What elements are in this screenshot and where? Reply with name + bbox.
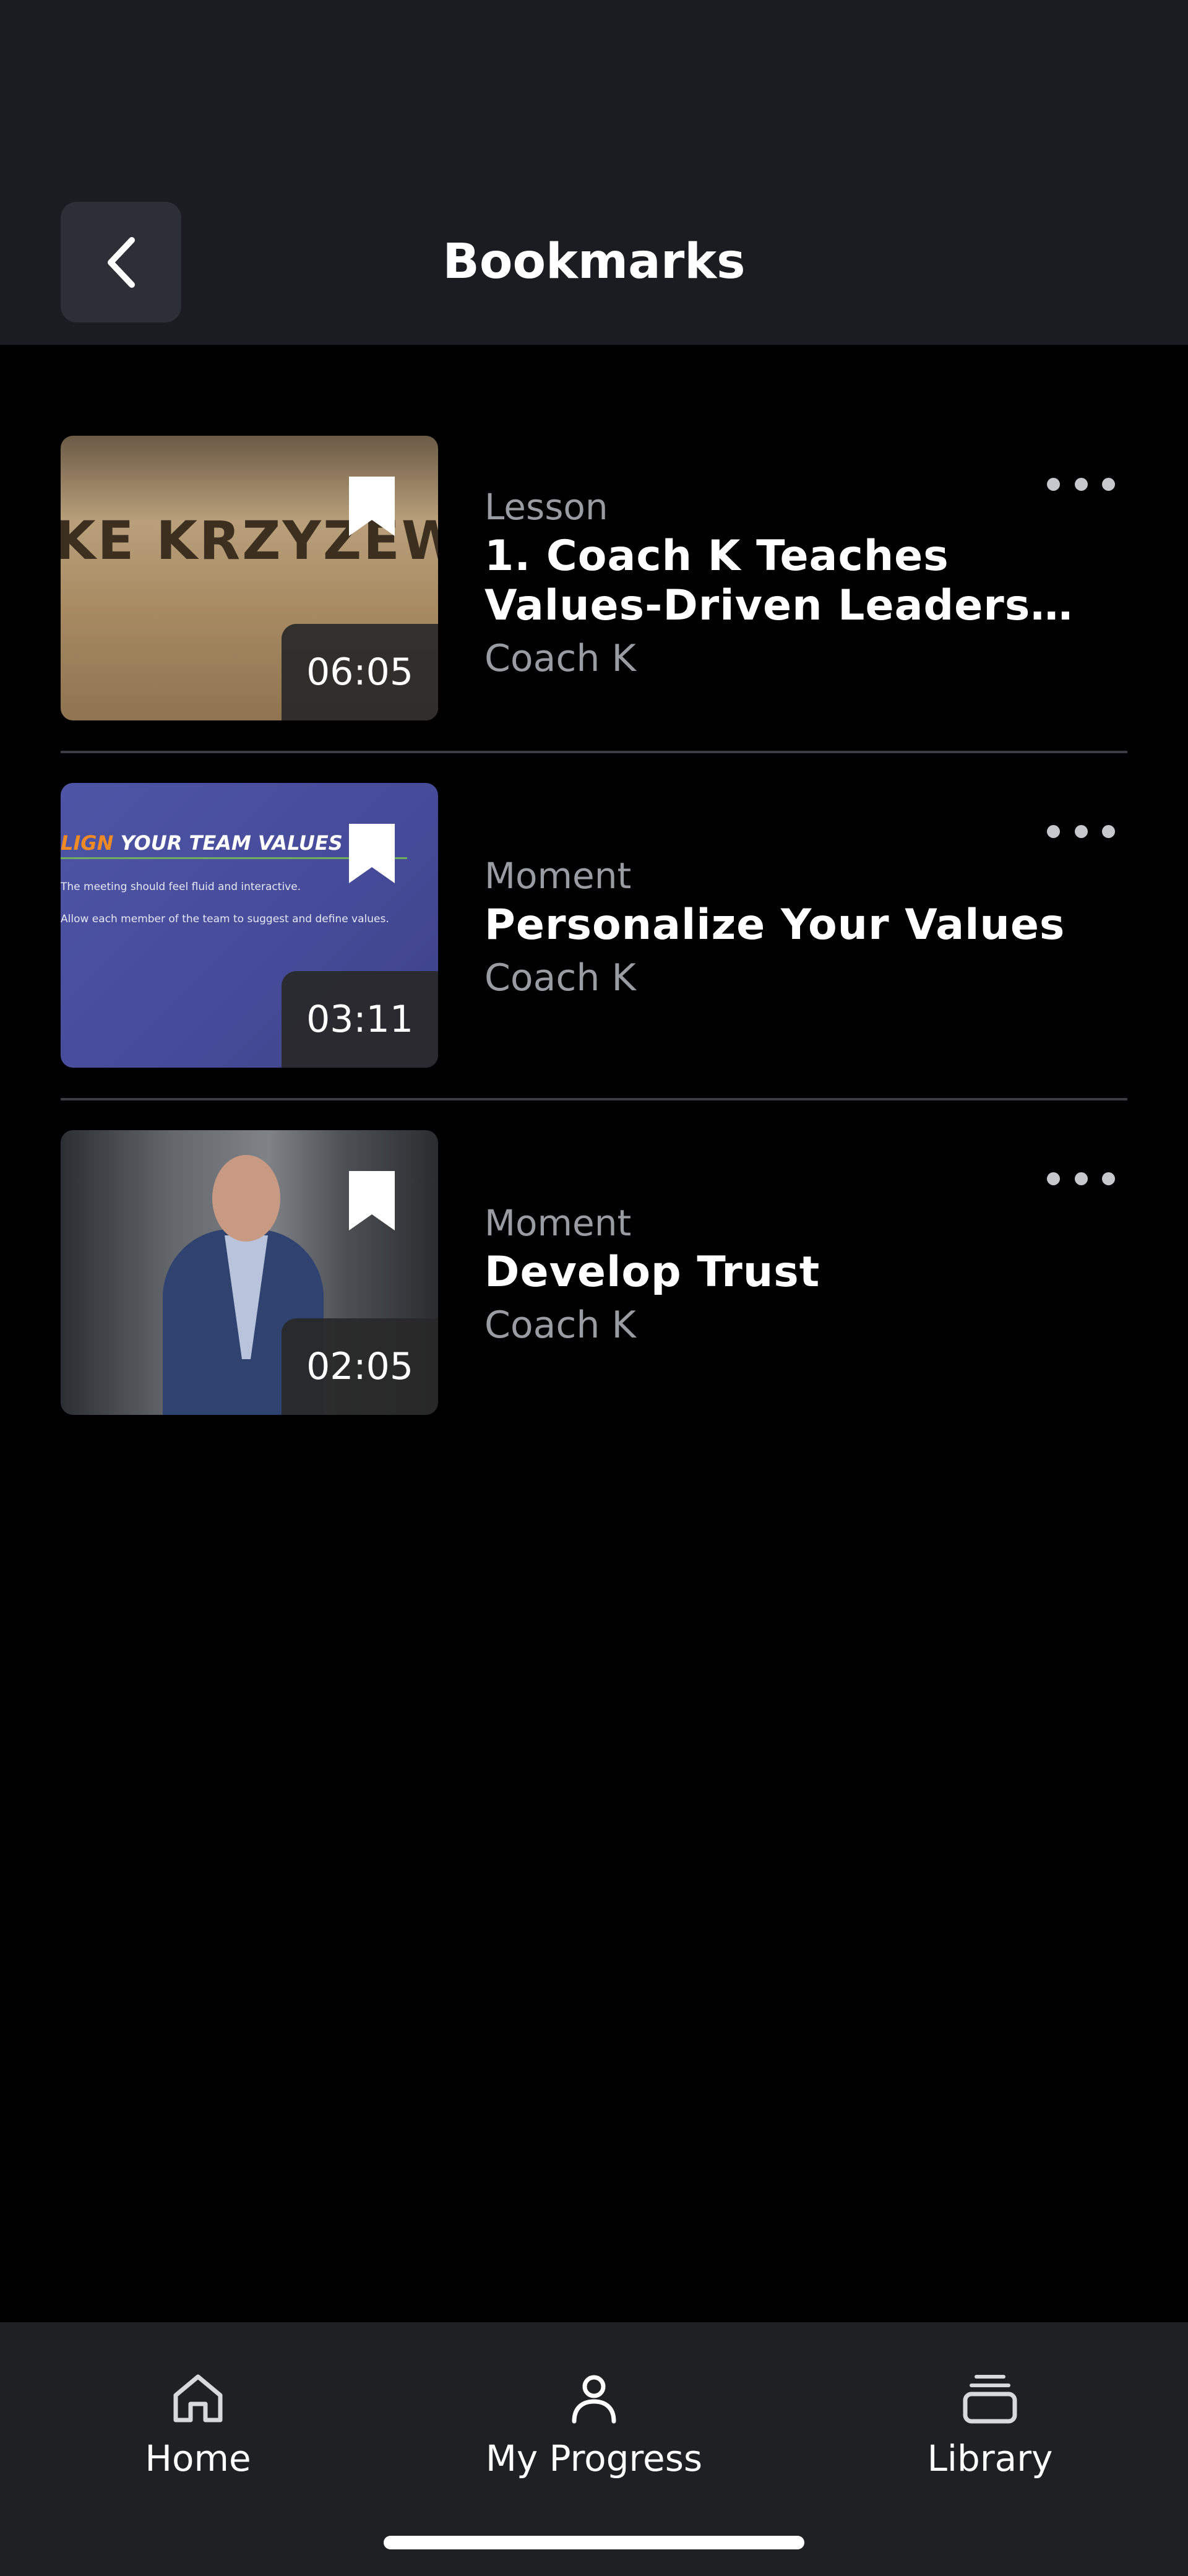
speaker-head <box>212 1155 280 1242</box>
more-dot <box>1102 477 1115 491</box>
video-thumbnail[interactable]: LIGN YOUR TEAM VALUES The meeting should… <box>61 783 438 1068</box>
content-type-label: Moment <box>484 855 632 897</box>
author-name: Coach K <box>484 956 636 1000</box>
tab-library[interactable]: Library <box>792 2322 1188 2483</box>
video-thumbnail[interactable]: 02:05 <box>61 1130 438 1415</box>
bookmark-item[interactable]: LIGN YOUR TEAM VALUES The meeting should… <box>61 783 1127 1100</box>
bookmark-text: Moment Personalize Your Values Coach K <box>484 851 1078 1006</box>
more-dot <box>1074 477 1088 491</box>
author-name: Coach K <box>484 637 636 680</box>
more-dot <box>1047 824 1060 838</box>
more-options-button[interactable] <box>1047 813 1115 850</box>
more-dot <box>1102 824 1115 838</box>
more-dot <box>1102 1172 1115 1185</box>
tab-my-progress-label: My Progress <box>485 2437 703 2479</box>
more-dot <box>1074 824 1088 838</box>
person-icon <box>572 2375 616 2424</box>
bookmark-item[interactable]: 02:05 Moment Develop Trust Coach K <box>61 1130 1127 1415</box>
header: Bookmarks <box>0 0 1188 345</box>
bookmark-item[interactable]: KE KRZYZEWSKI 06:05 Lesson 1. Coach K Te… <box>61 436 1127 753</box>
thumbnail-line: The meeting should feel fluid and intera… <box>61 881 301 893</box>
bookmark-title[interactable]: 1. Coach K Teaches <box>484 532 1078 581</box>
more-options-button[interactable] <box>1047 465 1115 503</box>
content-type-label: Lesson <box>484 486 608 528</box>
tab-home-label: Home <box>145 2437 251 2479</box>
more-dot <box>1047 477 1060 491</box>
bookmark-icon[interactable] <box>349 824 395 883</box>
more-dot <box>1074 1172 1088 1185</box>
bookmark-text: Moment Develop Trust Coach K <box>484 1198 1078 1353</box>
bookmark-icon[interactable] <box>349 1171 395 1230</box>
bookmark-title-line2[interactable]: Values-Driven Leaders… <box>484 581 1078 631</box>
home-icon <box>173 2374 223 2423</box>
page-title: Bookmarks <box>442 234 746 290</box>
bookmark-title[interactable]: Develop Trust <box>484 1248 1078 1297</box>
bookmark-list: KE KRZYZEWSKI 06:05 Lesson 1. Coach K Te… <box>61 436 1127 1415</box>
bookmark-title[interactable]: Personalize Your Values <box>484 901 1078 950</box>
duration-badge: 02:05 <box>282 1318 438 1415</box>
thumbnail-heading: LIGN YOUR TEAM VALUES <box>61 831 343 855</box>
more-dot <box>1047 1172 1060 1185</box>
bookmark-icon[interactable] <box>349 477 395 536</box>
thumbnail-heading-accent: LIGN <box>61 831 114 855</box>
divider <box>61 751 1127 753</box>
home-indicator <box>384 2536 804 2549</box>
tab-home[interactable]: Home <box>0 2322 396 2483</box>
more-options-button[interactable] <box>1047 1160 1115 1197</box>
bookmark-text: Lesson 1. Coach K Teaches Values-Driven … <box>484 482 1078 686</box>
thumbnail-line: Allow each member of the team to suggest… <box>61 913 389 925</box>
tab-library-label: Library <box>927 2437 1053 2479</box>
author-name: Coach K <box>484 1303 636 1347</box>
content-type-label: Moment <box>484 1202 632 1244</box>
duration-badge: 03:11 <box>282 971 438 1068</box>
video-thumbnail[interactable]: KE KRZYZEWSKI 06:05 <box>61 436 438 720</box>
library-stack-icon <box>963 2375 1017 2424</box>
divider <box>61 1098 1127 1100</box>
duration-badge: 06:05 <box>282 624 438 720</box>
tab-my-progress[interactable]: My Progress <box>396 2322 792 2483</box>
thumbnail-heading-text: YOUR TEAM VALUES <box>113 831 343 855</box>
